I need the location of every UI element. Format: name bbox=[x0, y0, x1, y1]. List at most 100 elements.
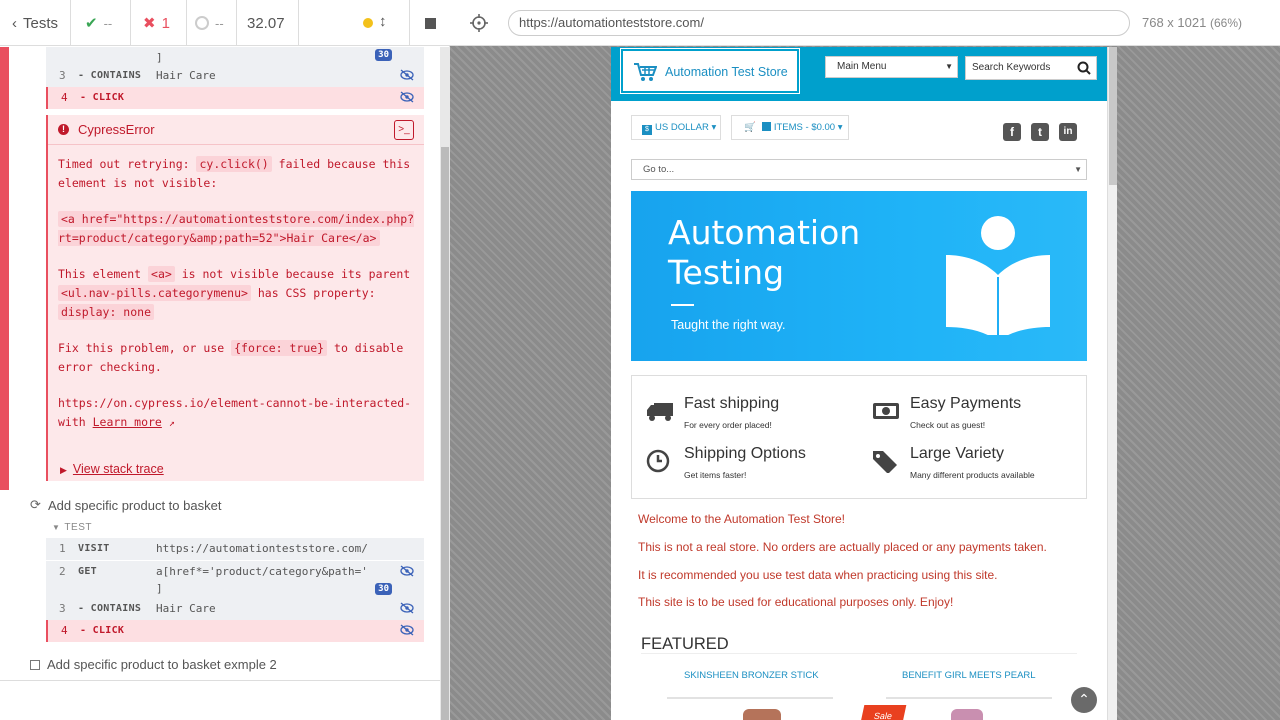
view-stack-trace-toggle[interactable]: ▶ View stack trace bbox=[60, 462, 164, 476]
scrollbar-thumb[interactable] bbox=[441, 147, 449, 720]
eye-slash-icon bbox=[400, 602, 414, 614]
divider bbox=[0, 680, 440, 681]
chevron-down-icon: ▼ bbox=[945, 62, 953, 71]
aut-header: https://automationteststore.com/ 768 x 1… bbox=[450, 0, 1280, 46]
stop-button[interactable] bbox=[409, 0, 450, 46]
purpose-text: This site is to be used for educational … bbox=[638, 595, 954, 609]
passed-count[interactable]: ✔ -- bbox=[71, 0, 131, 46]
reporter-body: ] 30 3 - CONTAINS Hair Care 4 - CLICK ! … bbox=[0, 47, 438, 680]
dollar-icon: $ bbox=[642, 125, 652, 135]
error-icon: ! bbox=[58, 124, 69, 135]
command-get[interactable]: 2 GET a[href*='product/category&path=' ]… bbox=[46, 561, 424, 599]
banner-heading: Automation Testing bbox=[668, 213, 861, 292]
product-link[interactable]: SKINSHEEN BRONZER STICK bbox=[684, 670, 819, 681]
facebook-icon[interactable]: f bbox=[1003, 123, 1021, 141]
selector-playground-icon[interactable] bbox=[470, 14, 488, 32]
running-dot-icon bbox=[363, 18, 373, 28]
check-icon: ✔ bbox=[85, 15, 98, 32]
features-box: Fast shipping For every order placed! Ea… bbox=[631, 375, 1087, 499]
command-contains[interactable]: 3 - CONTAINS Hair Care bbox=[46, 598, 424, 620]
caret-right-icon: ▶ bbox=[60, 465, 67, 475]
divider bbox=[886, 697, 1052, 699]
element-count-badge: 30 bbox=[375, 49, 392, 61]
test-title-running[interactable]: ⟳ Add specific product to basket bbox=[30, 497, 221, 513]
items-icon bbox=[761, 122, 771, 131]
element-count-badge: 30 bbox=[375, 583, 392, 595]
chevron-down-icon: ▼ bbox=[1074, 165, 1082, 174]
cart-icon: 🛒 bbox=[744, 122, 756, 133]
twitter-icon[interactable]: t bbox=[1031, 123, 1049, 141]
featured-heading: FEATURED bbox=[641, 635, 729, 653]
divider bbox=[667, 697, 833, 699]
tests-label: Tests bbox=[23, 14, 59, 32]
divider bbox=[641, 653, 1077, 654]
failed-count[interactable]: ✖ 1 bbox=[131, 0, 187, 46]
shopping-cart-icon bbox=[634, 63, 657, 81]
eye-slash-icon bbox=[400, 69, 414, 81]
sale-badge: Sale bbox=[859, 705, 907, 720]
scroll-to-top-button[interactable]: ⌃ bbox=[1071, 687, 1097, 713]
test-title-pending[interactable]: Add specific product to basket exmple 2 bbox=[30, 657, 277, 672]
command-visit[interactable]: 1 VISIT https://automationteststore.com/ bbox=[46, 538, 424, 560]
banner-divider bbox=[671, 304, 694, 306]
recommendation-text: It is recommended you use test data when… bbox=[638, 568, 998, 582]
clock-icon bbox=[646, 449, 670, 473]
eye-slash-icon bbox=[400, 91, 414, 103]
eye-slash-icon bbox=[400, 565, 414, 577]
stop-icon bbox=[424, 17, 436, 29]
refresh-icon: ⟳ bbox=[30, 497, 41, 512]
product-image[interactable] bbox=[743, 709, 781, 720]
money-icon bbox=[873, 403, 899, 419]
site-header: Automation Test Store Main Menu ▼ Search … bbox=[611, 47, 1107, 101]
site-logo[interactable]: Automation Test Store bbox=[620, 48, 800, 94]
currency-dropdown[interactable]: $ US DOLLAR ▾ bbox=[631, 115, 721, 140]
error-message: Timed out retrying: cy.click() failed be… bbox=[58, 156, 415, 429]
pending-square-icon bbox=[30, 659, 40, 670]
command-click-failed[interactable]: 4 - CLICK bbox=[46, 620, 424, 642]
app-under-test: https://automationteststore.com/ 768 x 1… bbox=[450, 0, 1280, 720]
command-click-failed[interactable]: 4 - CLICK bbox=[46, 87, 424, 109]
eye-slash-icon bbox=[400, 624, 414, 636]
disclaimer-text: This is not a real store. No orders are … bbox=[638, 540, 1047, 554]
viewport-size[interactable]: 768 x 1021 (66%) bbox=[1142, 15, 1242, 30]
error-panel: ! CypressError >_ Timed out retrying: cy… bbox=[46, 115, 424, 481]
cypress-reporter: ‹ Tests ✔ -- ✖ 1 -- 32.07 ↕ ] 30 3 - CON… bbox=[0, 0, 450, 720]
scrollbar-thumb[interactable] bbox=[1109, 47, 1117, 185]
main-menu-select[interactable]: Main Menu ▼ bbox=[825, 56, 958, 78]
search-input[interactable]: Search Keywords bbox=[965, 56, 1097, 80]
caret-down-icon: ▼ bbox=[52, 523, 61, 532]
auto-scroll-icon[interactable]: ↕ bbox=[379, 13, 387, 30]
website-scrollbar[interactable] bbox=[1107, 47, 1117, 720]
cart-dropdown[interactable]: 🛒 ITEMS - $0.00 ▾ bbox=[731, 115, 849, 140]
failed-test-bar bbox=[0, 47, 9, 490]
pending-circle-icon bbox=[195, 16, 209, 30]
test-section-label[interactable]: ▼ TEST bbox=[52, 522, 92, 533]
reporter-scrollbar[interactable] bbox=[440, 47, 450, 720]
book-reader-icon bbox=[946, 216, 1050, 335]
chevron-left-icon: ‹ bbox=[12, 14, 17, 32]
product-image[interactable] bbox=[951, 709, 983, 720]
tests-button[interactable]: ‹ Tests bbox=[0, 0, 71, 46]
hero-banner[interactable]: Automation Testing Taught the right way. bbox=[631, 191, 1087, 361]
website-frame: Automation Test Store Main Menu ▼ Search … bbox=[611, 47, 1107, 720]
linkedin-icon[interactable]: in bbox=[1059, 123, 1077, 141]
truck-icon bbox=[647, 403, 673, 421]
reporter-header: ‹ Tests ✔ -- ✖ 1 -- 32.07 ↕ bbox=[0, 0, 450, 46]
banner-subtitle: Taught the right way. bbox=[671, 318, 786, 332]
error-title: CypressError bbox=[78, 122, 155, 137]
command-contains[interactable]: 3 - CONTAINS Hair Care bbox=[46, 65, 424, 87]
welcome-text: Welcome to the Automation Test Store! bbox=[638, 512, 845, 526]
print-to-console-icon[interactable]: >_ bbox=[394, 120, 414, 140]
duration: 32.07 bbox=[237, 0, 299, 46]
search-icon[interactable] bbox=[1077, 61, 1091, 75]
error-header: ! CypressError >_ bbox=[48, 115, 424, 145]
url-bar[interactable]: https://automationteststore.com/ bbox=[508, 10, 1130, 36]
tags-icon bbox=[873, 451, 897, 473]
pending-count[interactable]: -- bbox=[187, 0, 237, 46]
external-link-icon: ↗ bbox=[168, 418, 175, 429]
product-link[interactable]: BENEFIT GIRL MEETS PEARL bbox=[902, 670, 1036, 681]
goto-select[interactable]: Go to... ▼ bbox=[631, 159, 1087, 180]
controls: ↕ bbox=[299, 0, 409, 46]
x-icon: ✖ bbox=[143, 15, 156, 32]
learn-more-link[interactable]: Learn more bbox=[93, 415, 162, 429]
